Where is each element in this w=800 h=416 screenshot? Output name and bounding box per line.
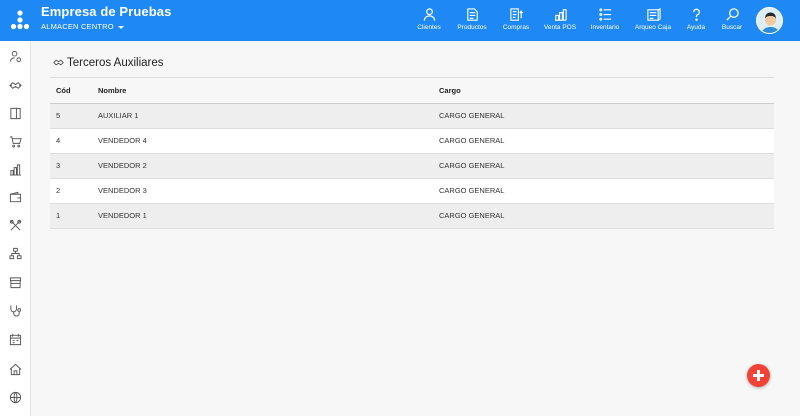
org-chart-icon	[9, 247, 22, 260]
person-icon	[423, 8, 435, 21]
sidebar-item-web[interactable]	[9, 391, 22, 404]
chevron-down-icon	[117, 25, 124, 29]
handshake-icon	[9, 82, 22, 89]
nav-productos[interactable]: Productos	[455, 0, 489, 41]
cell-cod: 5	[50, 103, 98, 129]
cell-cargo: CARGO GENERAL	[439, 103, 774, 129]
cell-cargo: CARGO GENERAL	[439, 178, 774, 204]
page-title: Terceros Auxiliares	[50, 54, 774, 71]
sidebar-item-structure[interactable]	[9, 247, 22, 260]
nav-label: Arqueo Caja	[634, 24, 672, 31]
cell-cod: 3	[50, 153, 98, 179]
sidebar-item-home[interactable]	[9, 363, 22, 376]
sidebar-item-reports[interactable]	[9, 163, 22, 176]
cash-count-icon	[646, 7, 661, 21]
sidebar-item-books[interactable]	[9, 107, 22, 120]
table-row[interactable]: 3 VENDEDOR 2 CARGO GENERAL	[50, 153, 774, 179]
wallet-icon	[9, 191, 22, 203]
sidebar-item-users[interactable]	[9, 50, 22, 63]
cell-cargo: CARGO GENERAL	[439, 153, 774, 179]
sidebar-item-store[interactable]	[9, 276, 22, 289]
store-name: ALMACEN CENTRO	[41, 22, 114, 31]
nav-label: Venta POS	[543, 24, 577, 31]
handshake-icon	[53, 59, 64, 66]
cell-nombre: AUXILIAR 1	[98, 103, 439, 129]
stethoscope-icon	[10, 305, 22, 317]
sidebar-item-terceros[interactable]	[9, 79, 22, 92]
calendar-icon	[9, 333, 22, 346]
tools-icon	[9, 219, 22, 231]
book-icon	[10, 107, 21, 120]
table-header-row: Cód Nombre Cargo	[50, 78, 774, 104]
inventory-icon	[598, 8, 611, 21]
sidebar-item-calendar[interactable]	[9, 333, 22, 346]
search-icon	[725, 8, 739, 21]
cell-cargo: CARGO GENERAL	[439, 203, 774, 229]
nav-label: Productos	[457, 24, 487, 31]
nav-label: Inventario	[590, 24, 620, 31]
nav-label: Ayuda	[686, 24, 706, 31]
nav-ayuda[interactable]: Ayuda	[684, 0, 708, 41]
app-logo-icon[interactable]	[9, 9, 31, 31]
cart-icon	[9, 136, 22, 148]
purchases-icon	[509, 8, 523, 21]
terceros-panel: Terceros Auxiliares Cód Nombre Cargo 5 A…	[50, 54, 774, 229]
pos-sale-icon	[554, 9, 567, 21]
nav-compras[interactable]: Compras	[501, 0, 531, 41]
sidebar-item-cart[interactable]	[9, 135, 22, 148]
sidebar-item-wallet[interactable]	[9, 191, 22, 204]
home-icon	[9, 363, 22, 376]
cell-nombre: VENDEDOR 1	[98, 203, 439, 229]
cell-nombre: VENDEDOR 3	[98, 178, 439, 204]
nav-venta-pos[interactable]: Venta POS	[543, 0, 577, 41]
cell-cod: 1	[50, 203, 98, 229]
nav-label: Compras	[502, 24, 530, 31]
company-name: Empresa de Pruebas	[41, 4, 172, 19]
products-icon	[466, 8, 478, 21]
table-row[interactable]: 2 VENDEDOR 3 CARGO GENERAL	[50, 178, 774, 204]
sidebar-item-health[interactable]	[9, 304, 22, 317]
nav-label: Clientes	[417, 24, 441, 31]
cell-nombre: VENDEDOR 4	[98, 128, 439, 154]
nav-arqueo-caja[interactable]: Arqueo Caja	[634, 0, 672, 41]
globe-icon	[9, 391, 22, 404]
avatar[interactable]	[756, 7, 783, 34]
sidebar	[0, 41, 31, 416]
cell-nombre: VENDEDOR 2	[98, 153, 439, 179]
store-icon	[9, 277, 22, 289]
nav-buscar[interactable]: Buscar	[719, 0, 745, 41]
store-selector[interactable]: ALMACEN CENTRO	[41, 22, 124, 31]
nav-clientes[interactable]: Clientes	[414, 0, 444, 41]
column-header-cargo[interactable]: Cargo	[439, 78, 774, 104]
page-title-text: Terceros Auxiliares	[67, 56, 164, 69]
table-row[interactable]: 4 VENDEDOR 4 CARGO GENERAL	[50, 128, 774, 154]
column-header-nombre[interactable]: Nombre	[98, 78, 439, 104]
cell-cargo: CARGO GENERAL	[439, 128, 774, 154]
user-settings-icon	[9, 50, 22, 63]
nav-label: Buscar	[721, 24, 743, 31]
cell-cod: 4	[50, 128, 98, 154]
table-row[interactable]: 1 VENDEDOR 1 CARGO GENERAL	[50, 203, 774, 229]
add-tercero-button[interactable]	[747, 364, 770, 387]
sidebar-item-tools[interactable]	[9, 219, 22, 232]
terceros-table: Cód Nombre Cargo 5 AUXILIAR 1 CARGO GENE…	[50, 78, 774, 229]
top-bar: Empresa de Pruebas ALMACEN CENTRO Client…	[0, 0, 800, 41]
user-avatar-icon	[757, 8, 782, 33]
column-header-cod[interactable]: Cód	[50, 78, 98, 104]
chart-icon	[9, 164, 22, 176]
cell-cod: 2	[50, 178, 98, 204]
help-icon	[692, 8, 700, 21]
table-row[interactable]: 5 AUXILIAR 1 CARGO GENERAL	[50, 103, 774, 129]
nav-inventario[interactable]: Inventario	[589, 0, 621, 41]
